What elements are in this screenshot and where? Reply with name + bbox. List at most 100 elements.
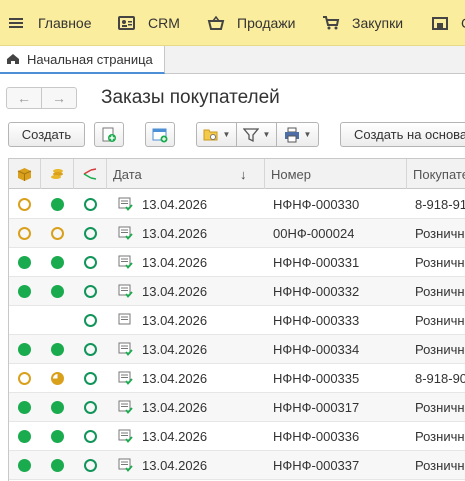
menu-item-sales-label: Продажи bbox=[237, 15, 296, 31]
payment-status-filled-icon bbox=[51, 343, 64, 356]
order-state-open-icon bbox=[84, 256, 97, 269]
table-row[interactable]: 13.04.2026 НФНФ-000335 8-918-90 bbox=[9, 364, 465, 393]
column-header-customer[interactable]: Покупате bbox=[407, 159, 465, 189]
cell-number: НФНФ-000333 bbox=[273, 312, 360, 328]
forward-button[interactable]: → bbox=[41, 87, 77, 109]
table-row[interactable]: 13.04.2026 НФНФ-000334 Розничн bbox=[9, 335, 465, 364]
filter-icon bbox=[242, 127, 259, 142]
cell-customer: Розничн bbox=[415, 457, 465, 473]
tab-home-page[interactable]: Начальная страница bbox=[0, 46, 165, 74]
cell-number: НФНФ-000334 bbox=[273, 341, 360, 357]
table-row[interactable]: 13.04.2026 00НФ-000024 Розничн bbox=[9, 219, 465, 248]
hamburger-icon bbox=[9, 18, 23, 28]
back-button[interactable]: ← bbox=[6, 87, 42, 109]
home-icon bbox=[7, 54, 19, 64]
print-button[interactable]: ▼ bbox=[276, 122, 319, 147]
order-state-open-icon bbox=[84, 401, 97, 414]
filter-button[interactable]: ▼ bbox=[236, 122, 277, 147]
order-state-open-icon bbox=[84, 198, 97, 211]
warehouse-icon bbox=[432, 17, 448, 30]
cell-date: 13.04.2026 bbox=[142, 283, 208, 299]
order-state-open-icon bbox=[84, 314, 97, 327]
table-row[interactable]: 13.04.2026 НФНФ-000331 Розничн bbox=[9, 248, 465, 277]
table-row[interactable]: 13.04.2026 НФНФ-000332 Розничн bbox=[9, 277, 465, 306]
menu-item-crm-label: CRM bbox=[148, 15, 180, 31]
cell-customer: 8-918-90 bbox=[415, 370, 465, 386]
posted-document-icon bbox=[118, 342, 133, 356]
order-state-open-icon bbox=[84, 343, 97, 356]
shipment-status-filled-icon bbox=[18, 256, 31, 269]
payment-status-filled-icon bbox=[51, 401, 64, 414]
cell-customer: 8-918-91 bbox=[415, 196, 465, 212]
menu-item-sales[interactable]: Продажи bbox=[207, 0, 295, 46]
order-state-open-icon bbox=[84, 459, 97, 472]
posted-document-icon bbox=[118, 371, 133, 385]
menu-item-main[interactable]: Главное bbox=[8, 0, 92, 46]
menu-item-purchases[interactable]: Закупки bbox=[322, 0, 403, 46]
create-based-on-button[interactable]: Создать на основа bbox=[340, 122, 465, 147]
payment-status-filled-icon bbox=[51, 430, 64, 443]
caret-down-icon: ▼ bbox=[303, 130, 312, 139]
payment-status-filled-icon bbox=[51, 256, 64, 269]
table-row[interactable]: 13.04.2026 НФНФ-000317 Розничн bbox=[9, 393, 465, 422]
table-row[interactable]: 13.04.2026 НФНФ-000337 Розничн bbox=[9, 451, 465, 480]
caret-down-icon: ▼ bbox=[222, 130, 231, 139]
cell-customer: Розничн bbox=[415, 283, 465, 299]
cell-number: НФНФ-000331 bbox=[273, 254, 360, 270]
basket-icon bbox=[207, 15, 225, 30]
column-header-shipment[interactable] bbox=[9, 159, 41, 189]
cell-number: НФНФ-000330 bbox=[273, 196, 360, 212]
create-based-on-dropdown-button[interactable]: ▼ bbox=[196, 122, 237, 147]
column-header-number[interactable]: Номер bbox=[265, 159, 407, 189]
posted-document-icon bbox=[118, 313, 131, 325]
menu-item-warehouse[interactable]: С bbox=[431, 0, 465, 46]
posted-document-icon bbox=[118, 226, 133, 240]
cell-customer: Розничн bbox=[415, 254, 465, 270]
arrow-right-icon: → bbox=[52, 90, 66, 106]
shipment-status-filled-icon bbox=[18, 459, 31, 472]
table-row[interactable]: 13.04.2026 НФНФ-000333 Розничн bbox=[9, 306, 465, 335]
column-header-payment[interactable] bbox=[41, 159, 74, 189]
posted-document-icon bbox=[118, 197, 133, 211]
cell-customer: Розничн bbox=[415, 399, 465, 415]
create-button[interactable]: Создать bbox=[8, 122, 85, 147]
create-copy-button[interactable] bbox=[94, 122, 124, 147]
column-header-state[interactable] bbox=[74, 159, 107, 189]
cell-date: 13.04.2026 bbox=[142, 457, 208, 473]
cell-number: НФНФ-000332 bbox=[273, 283, 360, 299]
caret-down-icon: ▼ bbox=[262, 130, 271, 139]
orders-table: Дата ↓ Номер Покупате 13.04.2026 НФНФ-000… bbox=[8, 158, 465, 481]
form-add-icon bbox=[152, 128, 168, 142]
table-row[interactable]: 13.04.2026 НФНФ-000330 8-918-91 bbox=[9, 190, 465, 219]
table-row[interactable]: 13.04.2026 НФНФ-000336 Розничн bbox=[9, 422, 465, 451]
order-state-open-icon bbox=[84, 430, 97, 443]
cell-date: 13.04.2026 bbox=[142, 428, 208, 444]
menu-item-warehouse-label: С bbox=[461, 15, 465, 31]
shipment-status-filled-icon bbox=[18, 430, 31, 443]
cell-number: НФНФ-000317 bbox=[273, 399, 360, 415]
cell-date: 13.04.2026 bbox=[142, 399, 208, 415]
menu-item-main-label: Главное bbox=[38, 15, 92, 31]
cell-date: 13.04.2026 bbox=[142, 254, 208, 270]
cell-date: 13.04.2026 bbox=[142, 225, 208, 241]
order-state-open-icon bbox=[84, 372, 97, 385]
box-icon bbox=[17, 167, 32, 181]
menu-item-crm[interactable]: CRM bbox=[118, 0, 180, 46]
shipment-status-filled-icon bbox=[18, 401, 31, 414]
sort-descending-icon: ↓ bbox=[240, 166, 247, 182]
cell-customer: Розничн bbox=[415, 428, 465, 444]
order-state-open-icon bbox=[84, 285, 97, 298]
column-header-date[interactable]: Дата ↓ bbox=[107, 159, 265, 189]
cell-customer: Розничн bbox=[415, 341, 465, 357]
document-add-icon bbox=[102, 127, 116, 142]
cell-date: 13.04.2026 bbox=[142, 196, 208, 212]
cell-number: НФНФ-000335 bbox=[273, 370, 360, 386]
cell-date: 13.04.2026 bbox=[142, 312, 208, 328]
cell-number: 00НФ-000024 bbox=[273, 225, 355, 241]
create-group-button[interactable] bbox=[145, 122, 175, 147]
shipment-status-filled-icon bbox=[18, 285, 31, 298]
posted-document-icon bbox=[118, 400, 133, 414]
tab-home-page-label: Начальная страница bbox=[27, 51, 153, 67]
page-title: Заказы покупателей bbox=[101, 87, 280, 108]
cell-customer: Розничн bbox=[415, 225, 465, 241]
